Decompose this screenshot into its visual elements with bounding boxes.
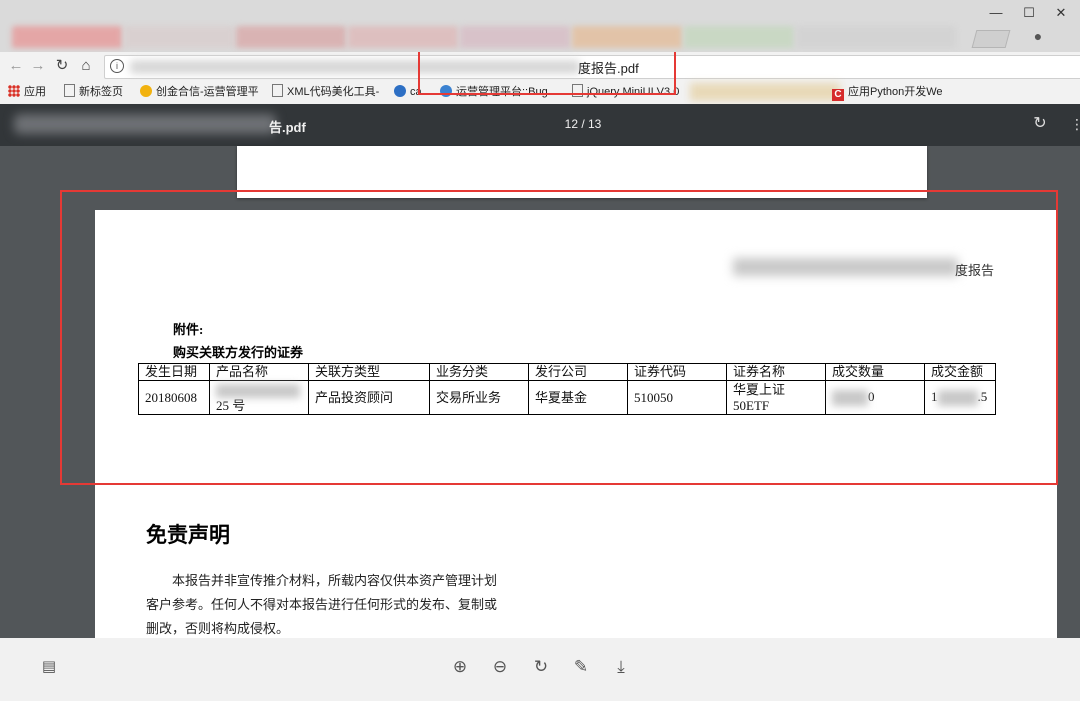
page-icon xyxy=(272,84,283,97)
tab[interactable] xyxy=(460,26,570,48)
bookmark-label: 应用 xyxy=(24,86,46,98)
close-window-button[interactable]: ✕ xyxy=(1050,4,1072,22)
bookmark-label: 创金合信-运营管理平 xyxy=(156,86,259,98)
bookmark-python-dev[interactable]: C 应用Python开发We xyxy=(832,84,943,101)
edit-icon[interactable]: ✎ xyxy=(570,656,592,678)
bookmark-label: 应用Python开发We xyxy=(848,86,943,98)
bookmark-ops-platform[interactable]: 创金合信-运营管理平 xyxy=(140,84,259,100)
disclaimer-line: 本报告并非宣传推介材料，所载内容仅供本资产管理计划 xyxy=(172,573,498,588)
reload-button[interactable]: ↻ xyxy=(52,56,72,76)
tab[interactable] xyxy=(236,26,346,48)
site-info-icon[interactable]: i xyxy=(110,59,124,73)
bookmark-xml-tool[interactable]: XML代码美化工具- xyxy=(272,84,379,100)
tab[interactable] xyxy=(12,26,122,48)
pdf-title: 告.pdf xyxy=(269,120,306,135)
forward-button[interactable]: → xyxy=(28,56,48,76)
new-tab-button[interactable] xyxy=(971,30,1011,48)
apps-grid-icon xyxy=(8,85,20,97)
maximize-button[interactable]: ☐ xyxy=(1018,4,1040,22)
redacted-bookmark xyxy=(690,83,840,101)
coin-icon xyxy=(140,85,152,97)
profile-icon[interactable]: ● xyxy=(1028,28,1048,46)
page-indicator[interactable]: 12 / 13 xyxy=(520,117,646,131)
home-button[interactable]: ⌂ xyxy=(76,56,96,76)
highlight-box xyxy=(60,190,1058,485)
rotate-icon[interactable]: ↻ xyxy=(1030,114,1050,134)
tab[interactable] xyxy=(684,26,794,48)
url-highlight-box xyxy=(418,52,676,95)
rotate-icon[interactable]: ↻ xyxy=(530,656,552,678)
minimize-button[interactable]: — xyxy=(985,4,1007,22)
disclaimer-title: 免责声明 xyxy=(146,523,230,547)
tab[interactable] xyxy=(348,26,458,48)
back-button[interactable]: ← xyxy=(6,56,26,76)
zoom-in-icon[interactable]: ⊕ xyxy=(449,656,471,678)
zoom-out-icon[interactable]: ⊖ xyxy=(489,656,511,678)
more-icon[interactable]: ⋮ xyxy=(1070,114,1080,134)
bookmark-new-tab[interactable]: 新标签页 xyxy=(64,84,123,100)
tab[interactable] xyxy=(124,26,234,48)
bookmark-label: 新标签页 xyxy=(79,86,123,98)
bookmark-apps[interactable]: 应用 xyxy=(8,84,46,100)
blue-globe-icon xyxy=(394,85,406,97)
tab[interactable] xyxy=(572,26,682,48)
bookmark-label: XML代码美化工具- xyxy=(287,86,380,98)
download-icon[interactable]: ⤓ xyxy=(610,656,632,678)
page-icon xyxy=(64,84,75,97)
disclaimer-line: 客户参考。任何人不得对本报告进行任何形式的发布、复制或 xyxy=(146,597,498,612)
red-c-icon: C xyxy=(832,89,844,101)
tab[interactable] xyxy=(796,26,956,48)
redacted-title xyxy=(14,114,276,134)
thumbnails-icon[interactable]: ▤ xyxy=(38,656,60,678)
